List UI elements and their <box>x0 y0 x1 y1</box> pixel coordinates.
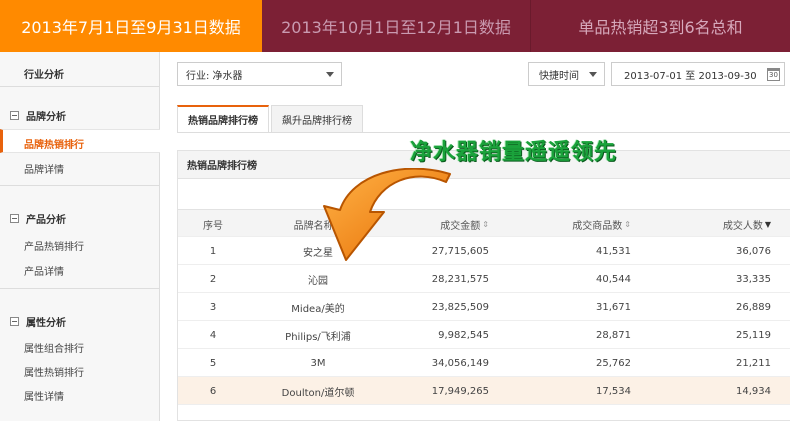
sidebar-section-product[interactable]: 产品分析 <box>0 211 160 226</box>
cell-buyers: 14,934 <box>736 385 771 397</box>
cell-buyers: 33,335 <box>736 273 771 285</box>
cell-rank: 5 <box>209 357 217 369</box>
sidebar-item-product-hot-ranking[interactable]: 产品热销排行 <box>24 238 84 253</box>
sidebar: 行业分析 品牌分析 品牌热销排行 品牌详情 产品分析 产品热销排行 产品详情 属… <box>0 52 160 421</box>
calendar-icon[interactable]: 30 <box>767 68 780 81</box>
cell-rank: 3 <box>209 301 217 313</box>
cell-buyers: 26,889 <box>736 301 771 313</box>
table-row[interactable]: 2 沁园 28,231,575 40,544 33,335 <box>178 265 790 293</box>
date-range-value: 2013-07-01 至 2013-09-30 <box>624 70 757 82</box>
header-rank: 序号 <box>203 220 223 232</box>
banner-tab-q3[interactable]: 2013年7月1日至9月31日数据 <box>0 0 262 52</box>
sort-desc-icon[interactable]: ▼ <box>765 220 771 229</box>
tab-rising-brand-ranking[interactable]: 飙升品牌排行榜 <box>271 105 363 133</box>
industry-select-value: 行业: 净水器 <box>186 70 243 82</box>
banner-tab-top3-6[interactable]: 单品热销超3到6名总和 <box>530 0 790 52</box>
ranking-panel: 热销品牌排行榜 序号 品牌名称⇕ 成交金额⇕ 成交商品数⇕ 成交人数▼ 1 安之… <box>177 150 790 421</box>
sort-icon[interactable]: ⇕ <box>624 220 631 229</box>
top-banner: 2013年7月1日至9月31日数据 2013年10月1日至12月1日数据 单品热… <box>0 0 790 52</box>
sidebar-section-label: 品牌分析 <box>26 112 66 123</box>
cell-amount: 34,056,149 <box>431 357 489 369</box>
tabs-underline <box>177 132 790 133</box>
sidebar-item-attribute-detail[interactable]: 属性详情 <box>24 388 64 403</box>
table-row[interactable]: 1 安之星 27,715,605 41,531 36,076 <box>178 237 790 265</box>
table-row[interactable]: 6 Doulton/道尔顿 17,949,265 17,534 14,934 <box>178 377 790 405</box>
sidebar-section-label: 产品分析 <box>26 215 66 226</box>
cell-rank: 1 <box>209 245 217 257</box>
header-buyers[interactable]: 成交人数 ▼ <box>651 210 790 238</box>
industry-select[interactable]: 行业: 净水器 <box>177 62 342 86</box>
chevron-down-icon <box>589 72 597 77</box>
sidebar-item-brand-detail[interactable]: 品牌详情 <box>24 161 64 176</box>
sidebar-item-industry-analysis[interactable]: 行业分析 <box>24 66 64 81</box>
cell-amount: 17,949,265 <box>431 385 489 397</box>
table-row[interactable]: 4 Philips/飞利浦 9,982,545 28,871 25,119 <box>178 321 790 349</box>
cell-item-count: 31,671 <box>596 301 631 313</box>
quick-time-select[interactable]: 快捷时间 <box>528 62 605 86</box>
callout-text: 净水器销量遥遥领先 <box>410 140 618 165</box>
ranking-tabs: 热销品牌排行榜 飙升品牌排行榜 <box>177 105 365 133</box>
cell-item-count: 17,534 <box>596 385 631 397</box>
sidebar-item-attribute-hot-ranking[interactable]: 属性热销排行 <box>24 364 84 379</box>
cell-rank: 2 <box>209 273 217 285</box>
cell-brand[interactable]: Philips/飞利浦 <box>248 321 388 349</box>
sidebar-item-attribute-combo-ranking[interactable]: 属性组合排行 <box>24 340 84 355</box>
sidebar-divider <box>0 86 160 87</box>
sidebar-divider <box>0 288 160 289</box>
curved-arrow-icon <box>323 168 451 261</box>
sort-icon[interactable]: ⇕ <box>482 220 489 229</box>
sidebar-section-brand[interactable]: 品牌分析 <box>0 108 160 123</box>
table-row[interactable]: 5 3M 34,056,149 25,762 21,211 <box>178 349 790 377</box>
date-range-input[interactable]: 2013-07-01 至 2013-09-30 30 <box>611 62 785 86</box>
tab-hot-brand-ranking[interactable]: 热销品牌排行榜 <box>177 105 269 133</box>
chevron-down-icon <box>326 72 334 77</box>
sidebar-divider <box>0 185 160 186</box>
cell-rank: 4 <box>209 329 217 341</box>
header-item-count[interactable]: 成交商品数 ⇕ <box>511 210 651 238</box>
cell-item-count: 28,871 <box>596 329 631 341</box>
table-row[interactable]: 3 Midea/美的 23,825,509 31,671 26,889 <box>178 293 790 321</box>
cell-item-count: 40,544 <box>596 273 631 285</box>
collapse-icon[interactable] <box>10 317 19 326</box>
collapse-icon[interactable] <box>10 214 19 223</box>
cell-rank: 6 <box>209 385 217 397</box>
cell-item-count: 41,531 <box>596 245 631 257</box>
cell-item-count: 25,762 <box>596 357 631 369</box>
table-header-row: 序号 品牌名称⇕ 成交金额⇕ 成交商品数⇕ 成交人数▼ <box>178 209 790 237</box>
cell-buyers: 21,211 <box>736 357 771 369</box>
cell-brand[interactable]: 3M <box>248 349 388 377</box>
collapse-icon[interactable] <box>10 111 19 120</box>
cell-buyers: 36,076 <box>736 245 771 257</box>
sidebar-item-product-detail[interactable]: 产品详情 <box>24 263 64 278</box>
sidebar-item-brand-hot-ranking[interactable]: 品牌热销排行 <box>24 136 84 151</box>
cell-buyers: 25,119 <box>736 329 771 341</box>
cell-amount: 23,825,509 <box>431 301 489 313</box>
banner-tab-q4[interactable]: 2013年10月1日至12月1日数据 <box>262 0 530 52</box>
cell-brand[interactable]: Doulton/道尔顿 <box>248 377 388 405</box>
quick-time-value: 快捷时间 <box>539 70 579 82</box>
sidebar-section-attribute[interactable]: 属性分析 <box>0 314 160 329</box>
cell-amount: 9,982,545 <box>438 329 489 341</box>
sidebar-section-label: 属性分析 <box>26 318 66 329</box>
cell-brand[interactable]: Midea/美的 <box>248 293 388 321</box>
